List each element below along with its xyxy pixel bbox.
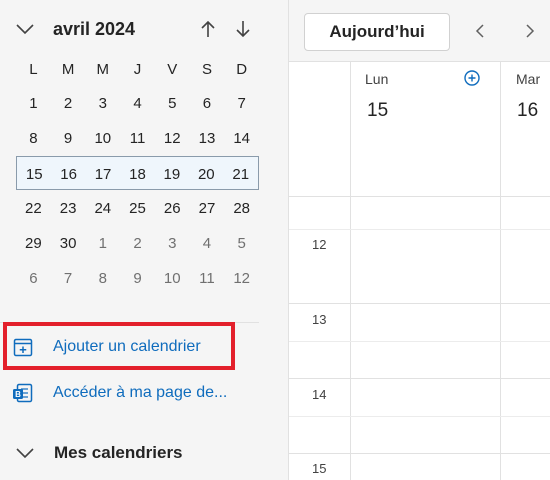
day-column-header[interactable]: Mar 16: [501, 62, 550, 196]
mini-calendar-day[interactable]: 12: [224, 261, 259, 295]
chevron-down-icon[interactable]: [14, 20, 36, 38]
hour-label: 13: [312, 312, 327, 327]
calendar-add-icon: [12, 336, 34, 358]
mini-calendar-day[interactable]: 30: [51, 226, 86, 260]
mini-calendar-day[interactable]: 7: [224, 86, 259, 120]
mini-calendar-day[interactable]: 3: [155, 226, 190, 260]
my-calendars-group-toggle[interactable]: Mes calendriers: [14, 440, 183, 466]
mini-calendar-day[interactable]: 27: [190, 191, 225, 225]
hour-label: 14: [312, 387, 327, 402]
weekday-label: S: [201, 60, 212, 78]
weekday-label: D: [236, 60, 248, 78]
bookings-icon: B: [12, 382, 34, 404]
weekday-label: L: [29, 60, 38, 78]
mini-calendar-day[interactable]: 1: [85, 226, 120, 260]
mini-calendar-day[interactable]: 8: [16, 121, 51, 155]
mini-calendar-day[interactable]: 6: [190, 86, 225, 120]
mini-calendar-day[interactable]: 10: [155, 261, 190, 295]
mini-calendar-day[interactable]: 2: [51, 86, 86, 120]
mini-calendar-day[interactable]: 29: [16, 226, 51, 260]
mini-calendar-day[interactable]: 8: [85, 261, 120, 295]
add-event-icon[interactable]: [463, 69, 481, 87]
grid-line: [289, 196, 550, 197]
mini-calendar-day[interactable]: 11: [190, 261, 225, 295]
hour-label: 12: [312, 237, 327, 252]
mini-calendar-header: avril 2024: [0, 0, 289, 58]
mini-calendar-day[interactable]: 4: [190, 226, 225, 260]
arrow-down-icon[interactable]: [232, 18, 254, 40]
mini-calendar-day[interactable]: 6: [16, 261, 51, 295]
mini-calendar-week: 22 23 24 25 26 27 28: [16, 191, 259, 225]
chevron-down-icon: [14, 444, 36, 462]
today-button[interactable]: Aujourd’hui: [304, 13, 450, 51]
weekday-label: M: [61, 60, 75, 78]
day-name: Mar: [516, 71, 541, 87]
day-number: 15: [367, 100, 389, 121]
mini-calendar-day[interactable]: 9: [51, 121, 86, 155]
grid-line: [289, 378, 550, 379]
goto-booking-page-button[interactable]: B Accéder à ma page de...: [12, 377, 227, 409]
calendar-main-pane: Aujourd’hui Lun 15 Mar 16 12 13 14 15: [289, 0, 550, 480]
mini-calendar-current-week: 15 16 17 18 19 20 21: [16, 156, 259, 190]
mini-calendar-month-title[interactable]: avril 2024: [53, 19, 135, 40]
day-name: Lun: [365, 71, 389, 87]
add-calendar-button[interactable]: Ajouter un calendrier: [12, 331, 201, 363]
mini-calendar-day[interactable]: 7: [51, 261, 86, 295]
mini-calendar-day[interactable]: 17: [86, 157, 120, 191]
mini-calendar-week: 8 9 10 11 12 13 14: [16, 121, 259, 155]
svg-text:B: B: [15, 390, 21, 399]
mini-calendar-day[interactable]: 10: [85, 121, 120, 155]
mini-calendar-day[interactable]: 16: [51, 157, 85, 191]
weekday-header-row: L M M J V S D: [16, 52, 259, 86]
mini-calendar-day[interactable]: 14: [224, 121, 259, 155]
mini-calendar-day[interactable]: 18: [120, 157, 154, 191]
mini-calendar-week: 29 30 1 2 3 4 5: [16, 226, 259, 260]
weekday-label: M: [96, 60, 110, 78]
grid-line: [289, 303, 550, 304]
mini-calendar-day[interactable]: 24: [85, 191, 120, 225]
mini-calendar-day[interactable]: 5: [224, 226, 259, 260]
mini-calendar-day[interactable]: 26: [155, 191, 190, 225]
mini-calendar-day[interactable]: 20: [189, 157, 223, 191]
mini-calendar-week: 6 7 8 9 10 11 12: [16, 261, 259, 295]
mini-calendar-week: 1 2 3 4 5 6 7: [16, 86, 259, 120]
day-column-header[interactable]: Lun 15: [351, 62, 500, 196]
mini-calendar-day[interactable]: 3: [85, 86, 120, 120]
mini-calendar-day[interactable]: 12: [155, 121, 190, 155]
mini-calendar-day[interactable]: 15: [17, 157, 51, 191]
mini-calendar-day[interactable]: 11: [120, 121, 155, 155]
grid-line: [289, 341, 550, 342]
calendar-toolbar: Aujourd’hui: [289, 0, 550, 62]
mini-calendar-day[interactable]: 19: [155, 157, 189, 191]
mini-calendar-day[interactable]: 2: [120, 226, 155, 260]
left-pane: avril 2024 L M M J V S D 1 2 3 4 5 6 7 8…: [0, 0, 289, 480]
mini-calendar-day[interactable]: 22: [16, 191, 51, 225]
weekday-label: J: [133, 60, 142, 78]
chevron-left-icon[interactable]: [469, 20, 491, 42]
chevron-right-icon[interactable]: [519, 20, 541, 42]
mini-calendar-day[interactable]: 23: [51, 191, 86, 225]
my-calendars-label: Mes calendriers: [54, 443, 183, 462]
mini-calendar-day[interactable]: 4: [120, 86, 155, 120]
divider: [0, 322, 259, 323]
mini-calendar-day[interactable]: 5: [155, 86, 190, 120]
mini-calendar-day[interactable]: 13: [190, 121, 225, 155]
calendar-grid: Lun 15 Mar 16 12 13 14 15: [289, 62, 550, 480]
mini-calendar-day[interactable]: 21: [224, 157, 258, 191]
mini-calendar-day[interactable]: 1: [16, 86, 51, 120]
goto-booking-page-label: Accéder à ma page de...: [53, 384, 228, 401]
mini-calendar-day[interactable]: 25: [120, 191, 155, 225]
mini-calendar-day[interactable]: 28: [224, 191, 259, 225]
hour-label: 15: [312, 461, 327, 476]
day-number: 16: [517, 100, 539, 121]
weekday-label: V: [167, 60, 178, 78]
add-calendar-label: Ajouter un calendrier: [53, 338, 201, 355]
mini-calendar-day[interactable]: 9: [120, 261, 155, 295]
grid-line: [289, 453, 550, 454]
grid-line: [289, 229, 550, 230]
grid-line: [289, 416, 550, 417]
arrow-up-icon[interactable]: [197, 18, 219, 40]
